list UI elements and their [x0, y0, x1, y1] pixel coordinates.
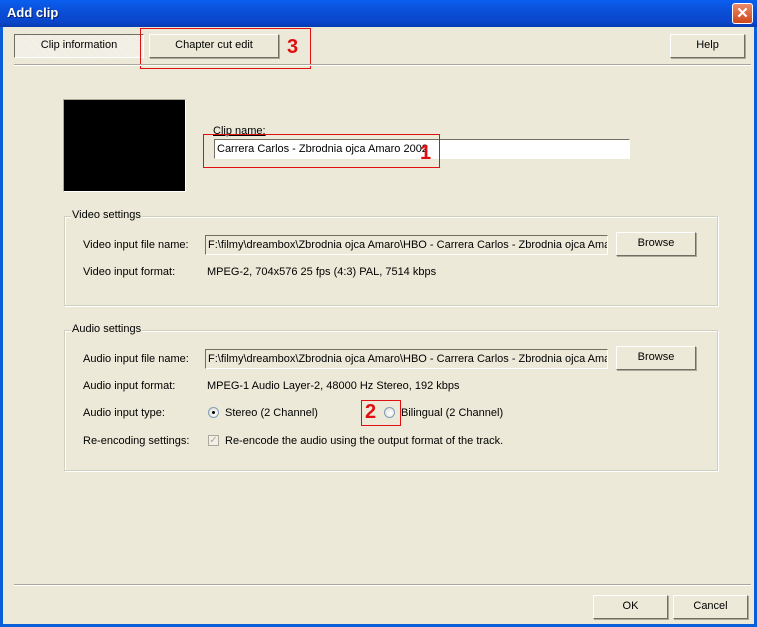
- toolbar-divider: [14, 64, 751, 66]
- help-label: Help: [696, 39, 719, 51]
- checkmark-icon: ✓: [209, 435, 218, 446]
- radio-stereo[interactable]: [208, 407, 219, 418]
- cancel-label: Cancel: [693, 600, 728, 612]
- annotation-marker-3: 3: [287, 36, 299, 58]
- video-format-label: Video input format:: [83, 266, 176, 278]
- cancel-button[interactable]: Cancel: [673, 595, 748, 619]
- audio-file-input[interactable]: F:\filmy\dreambox\Zbrodnia ojca Amaro\HB…: [205, 349, 608, 369]
- video-settings-group: Video settings: [64, 209, 718, 306]
- reencode-checkbox-label: Re-encode the audio using the output for…: [225, 435, 504, 447]
- ok-button[interactable]: OK: [593, 595, 668, 619]
- video-preview: [63, 99, 186, 192]
- video-browse-label: Browse: [637, 237, 675, 249]
- audio-type-label: Audio input type:: [83, 407, 165, 419]
- video-browse-button[interactable]: Browse: [616, 232, 696, 256]
- video-file-input[interactable]: F:\filmy\dreambox\Zbrodnia ojca Amaro\HB…: [205, 235, 608, 255]
- radio-stereo-label[interactable]: Stereo (2 Channel): [225, 407, 318, 419]
- video-settings-title: Video settings: [71, 209, 142, 221]
- video-file-label: Video input file name:: [83, 239, 189, 251]
- annotation-marker-1: 1: [420, 142, 432, 164]
- window-title: Add clip: [7, 5, 59, 20]
- footer-divider: [14, 584, 751, 586]
- tab-clip-information-label: Clip information: [40, 39, 118, 51]
- close-button[interactable]: ✕: [732, 3, 753, 24]
- audio-format-label: Audio input format:: [83, 380, 176, 392]
- audio-format-value: MPEG-1 Audio Layer-2, 48000 Hz Stereo, 1…: [207, 380, 460, 392]
- title-bar[interactable]: Add clip ✕: [0, 0, 757, 27]
- radio-bilingual[interactable]: [384, 407, 395, 418]
- audio-settings-title: Audio settings: [71, 323, 143, 335]
- ok-label: OK: [622, 600, 639, 612]
- annotation-marker-2: 2: [365, 401, 377, 423]
- radio-bilingual-label[interactable]: Bilingual (2 Channel): [401, 407, 503, 419]
- tab-clip-information[interactable]: Clip information: [14, 34, 144, 58]
- close-x-icon: ✕: [736, 5, 749, 22]
- audio-browse-button[interactable]: Browse: [616, 346, 696, 370]
- reencode-checkbox[interactable]: ✓: [208, 435, 219, 446]
- add-clip-dialog: Add clip ✕ Clip information Chapter cut …: [0, 0, 757, 627]
- annotation-box-3: [140, 28, 311, 69]
- reencode-label: Re-encoding settings:: [83, 435, 190, 447]
- annotation-box-1: [203, 134, 440, 168]
- audio-browse-label: Browse: [637, 351, 675, 363]
- help-button[interactable]: Help: [670, 34, 745, 58]
- video-format-value: MPEG-2, 704x576 25 fps (4:3) PAL, 7514 k…: [207, 266, 437, 278]
- audio-file-label: Audio input file name:: [83, 353, 189, 365]
